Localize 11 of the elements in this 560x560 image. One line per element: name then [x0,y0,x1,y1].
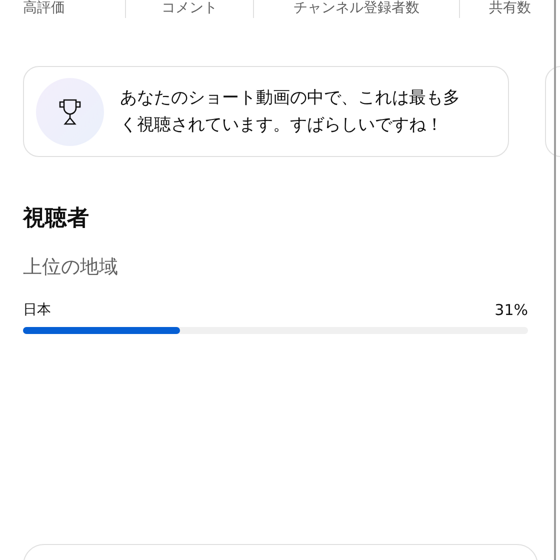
metric-tab[interactable]: 共有数 [488,0,531,18]
region-name: 日本 [23,301,51,319]
section-title: 視聴者 [23,205,90,233]
metric-tab[interactable]: コメント [161,0,218,18]
highlight-message: あなたのショート動画の中で、これは最も多く視聴されています。すばらしいですね！ [120,86,461,136]
scrollbar[interactable] [554,0,556,560]
metric-tab[interactable]: 高評価 [23,0,65,18]
section-subtitle: 上位の地域 [23,255,119,279]
trophy-icon [59,98,81,126]
region-percentage: 31% [494,301,528,319]
metric-tab[interactable]: チャンネル登録者数 [293,0,420,18]
